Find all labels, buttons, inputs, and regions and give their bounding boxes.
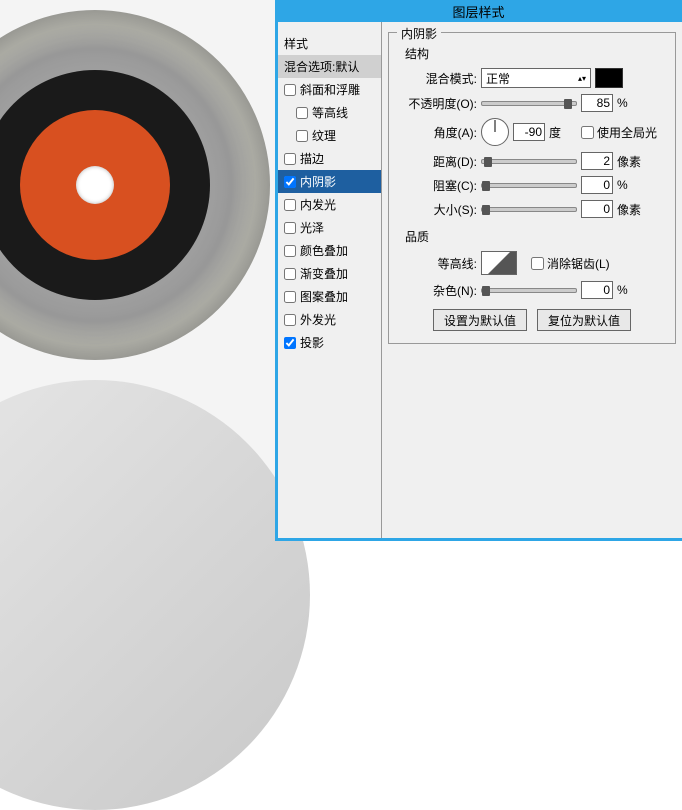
angle-input[interactable] [513,123,545,141]
dialog-titlebar: 图层样式 [275,0,682,22]
distance-input[interactable] [581,152,613,170]
blend-mode-value: 正常 [486,70,510,87]
style-item-10[interactable]: 外发光 [278,308,381,331]
structure-title: 结构 [405,45,667,62]
angle-dial[interactable] [481,118,509,146]
antialias-checkbox[interactable]: 消除锯齿(L) [531,255,610,272]
style-label: 渐变叠加 [300,265,348,282]
style-item-7[interactable]: 颜色叠加 [278,239,381,262]
style-label: 光泽 [300,219,324,236]
blend-mode-select[interactable]: 正常 ▴▾ [481,68,591,88]
opacity-unit: % [617,96,645,110]
style-item-1[interactable]: 等高线 [278,101,381,124]
style-checkbox[interactable] [284,84,296,96]
opacity-slider[interactable] [481,101,577,106]
style-item-5[interactable]: 内发光 [278,193,381,216]
global-light-checkbox[interactable]: 使用全局光 [581,124,657,141]
canvas-background [0,0,275,541]
opacity-input[interactable] [581,94,613,112]
angle-unit: 度 [549,124,577,141]
settings-panel: 内阴影 结构 混合模式: 正常 ▴▾ 不透明度(O): [382,22,682,538]
style-label: 纹理 [312,127,336,144]
style-item-11[interactable]: 投影 [278,331,381,354]
contour-label: 等高线: [405,255,477,272]
style-checkbox[interactable] [284,291,296,303]
style-label: 图案叠加 [300,288,348,305]
quality-title: 品质 [405,228,667,245]
choke-unit: % [617,178,645,192]
blend-mode-label: 混合模式: [405,70,477,87]
style-item-8[interactable]: 渐变叠加 [278,262,381,285]
antialias-box[interactable] [531,257,544,270]
noise-unit: % [617,283,645,297]
shadow-color-swatch[interactable] [595,68,623,88]
size-slider[interactable] [481,207,577,212]
styles-panel: 样式 混合选项:默认 斜面和浮雕等高线纹理描边内阴影内发光光泽颜色叠加渐变叠加图… [278,22,382,538]
distance-slider[interactable] [481,159,577,164]
style-checkbox[interactable] [284,222,296,234]
opacity-label: 不透明度(O): [405,95,477,112]
noise-label: 杂色(N): [405,282,477,299]
style-checkbox[interactable] [284,176,296,188]
style-checkbox[interactable] [284,268,296,280]
select-arrows-icon: ▴▾ [578,76,586,81]
antialias-label: 消除锯齿(L) [547,255,610,272]
distance-unit: 像素 [617,153,645,170]
style-item-0[interactable]: 斜面和浮雕 [278,78,381,101]
style-label: 外发光 [300,311,336,328]
style-label: 斜面和浮雕 [300,81,360,98]
contour-picker[interactable] [481,251,517,275]
style-label: 内阴影 [300,173,336,190]
style-checkbox[interactable] [296,130,308,142]
global-light-box[interactable] [581,126,594,139]
style-label: 内发光 [300,196,336,213]
blending-defaults[interactable]: 混合选项:默认 [278,55,381,78]
layer-style-dialog: 图层样式 样式 混合选项:默认 斜面和浮雕等高线纹理描边内阴影内发光光泽颜色叠加… [275,0,682,541]
styles-header: 样式 [278,32,381,55]
size-unit: 像素 [617,201,645,218]
size-label: 大小(S): [405,201,477,218]
reset-default-button[interactable]: 复位为默认值 [537,309,631,331]
style-label: 颜色叠加 [300,242,348,259]
style-item-9[interactable]: 图案叠加 [278,285,381,308]
style-item-6[interactable]: 光泽 [278,216,381,239]
global-light-label: 使用全局光 [597,124,657,141]
vinyl-record-graphic [0,10,270,360]
style-label: 描边 [300,150,324,167]
style-checkbox[interactable] [284,245,296,257]
style-label: 等高线 [312,104,348,121]
quality-subgroup: 品质 等高线: 消除锯齿(L) 杂色(N): [405,228,667,299]
inner-shadow-group: 内阴影 结构 混合模式: 正常 ▴▾ 不透明度(O): [388,32,676,344]
group-title: 内阴影 [397,25,441,42]
structure-subgroup: 结构 混合模式: 正常 ▴▾ 不透明度(O): % [405,45,667,218]
style-item-4[interactable]: 内阴影 [278,170,381,193]
size-input[interactable] [581,200,613,218]
style-checkbox[interactable] [284,153,296,165]
style-item-3[interactable]: 描边 [278,147,381,170]
choke-label: 阻塞(C): [405,177,477,194]
choke-input[interactable] [581,176,613,194]
style-checkbox[interactable] [284,337,296,349]
choke-slider[interactable] [481,183,577,188]
angle-label: 角度(A): [405,124,477,141]
set-default-button[interactable]: 设置为默认值 [433,309,527,331]
dialog-title: 图层样式 [452,2,504,21]
noise-input[interactable] [581,281,613,299]
distance-label: 距离(D): [405,153,477,170]
style-checkbox[interactable] [284,199,296,211]
style-checkbox[interactable] [284,314,296,326]
style-item-2[interactable]: 纹理 [278,124,381,147]
style-checkbox[interactable] [296,107,308,119]
noise-slider[interactable] [481,288,577,293]
platter-graphic [0,380,310,810]
style-label: 投影 [300,334,324,351]
